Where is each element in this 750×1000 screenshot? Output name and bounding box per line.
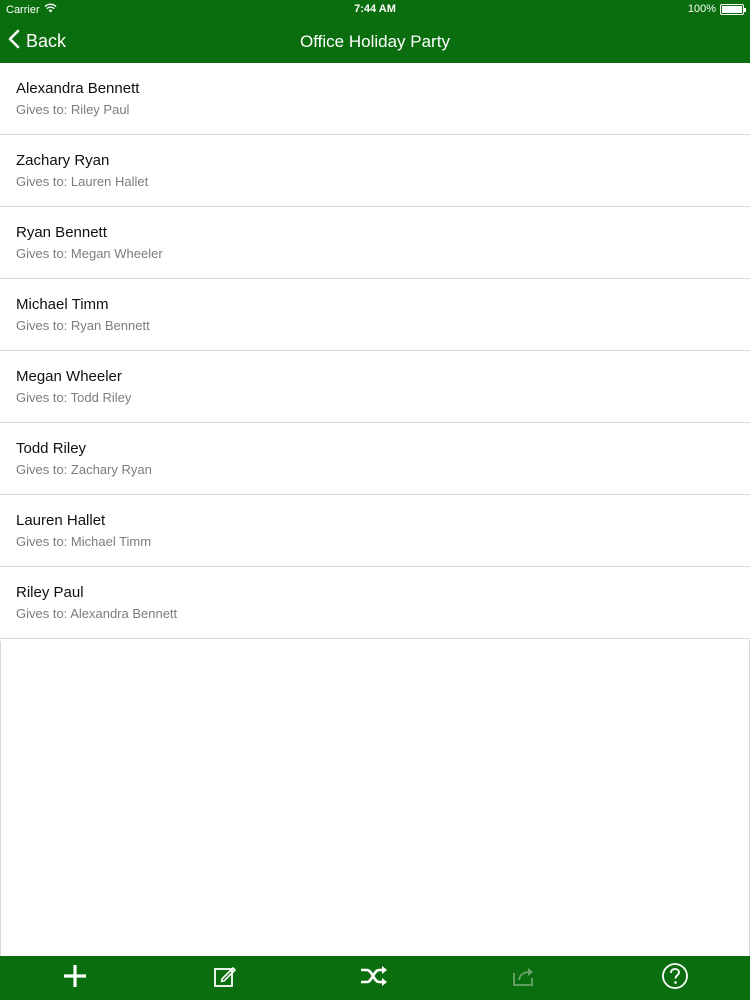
list-item[interactable]: Michael Timm Gives to: Ryan Bennett <box>0 279 750 351</box>
page-title: Office Holiday Party <box>300 32 450 51</box>
share-icon <box>511 963 537 994</box>
participant-name: Ryan Bennett <box>16 224 107 241</box>
navigation-bar: Back Office Holiday Party <box>0 20 750 63</box>
participant-name: Todd Riley <box>16 440 87 457</box>
shuffle-icon <box>359 963 389 994</box>
status-bar: Carrier 7:44 AM 100% <box>0 0 750 20</box>
gives-to-label: Gives to: Zachary Ryan <box>16 462 152 477</box>
list-item[interactable]: Zachary Ryan Gives to: Lauren Hallet <box>0 135 750 207</box>
gives-to-label: Gives to: Michael Timm <box>16 534 152 549</box>
participant-name: Megan Wheeler <box>16 368 122 385</box>
gives-to-label: Gives to: Todd Riley <box>16 390 132 405</box>
top-bar: Carrier 7:44 AM 100% Back Office Holiday… <box>0 0 750 63</box>
participant-name: Riley Paul <box>16 584 84 601</box>
gives-to-label: Gives to: Alexandra Bennett <box>16 606 178 621</box>
battery-percent: 100% <box>687 3 716 15</box>
help-icon <box>661 962 689 995</box>
participant-name: Michael Timm <box>16 296 109 313</box>
participant-name: Lauren Hallet <box>16 512 106 529</box>
participant-list: Alexandra Bennett Gives to: Riley Paul Z… <box>0 63 750 639</box>
gives-to-label: Gives to: Ryan Bennett <box>16 318 150 333</box>
participant-name: Alexandra Bennett <box>16 80 140 97</box>
list-item[interactable]: Riley Paul Gives to: Alexandra Bennett <box>0 567 750 639</box>
help-button[interactable] <box>660 962 690 995</box>
add-button[interactable] <box>60 963 90 993</box>
gives-to-label: Gives to: Megan Wheeler <box>16 246 163 261</box>
list-item[interactable]: Megan Wheeler Gives to: Todd Riley <box>0 351 750 423</box>
status-right: 100% <box>687 3 746 15</box>
participant-name: Zachary Ryan <box>16 152 110 169</box>
gives-to-label: Gives to: Lauren Hallet <box>16 174 149 189</box>
bottom-toolbar <box>0 956 750 1000</box>
list-item[interactable]: Ryan Bennett Gives to: Megan Wheeler <box>0 207 750 279</box>
list-item[interactable]: Alexandra Bennett Gives to: Riley Paul <box>0 63 750 135</box>
gives-to-label: Gives to: Riley Paul <box>16 102 130 117</box>
edit-button[interactable] <box>210 963 240 993</box>
shuffle-button[interactable] <box>359 963 389 993</box>
plus-icon <box>62 963 88 994</box>
edit-icon <box>212 963 238 994</box>
status-time: 7:44 AM <box>354 3 396 15</box>
battery-icon <box>720 3 746 15</box>
list-item[interactable]: Todd Riley Gives to: Zachary Ryan <box>0 423 750 495</box>
list-item[interactable]: Lauren Hallet Gives to: Michael Timm <box>0 495 750 567</box>
share-button[interactable] <box>509 963 539 993</box>
empty-list-area <box>0 641 750 956</box>
